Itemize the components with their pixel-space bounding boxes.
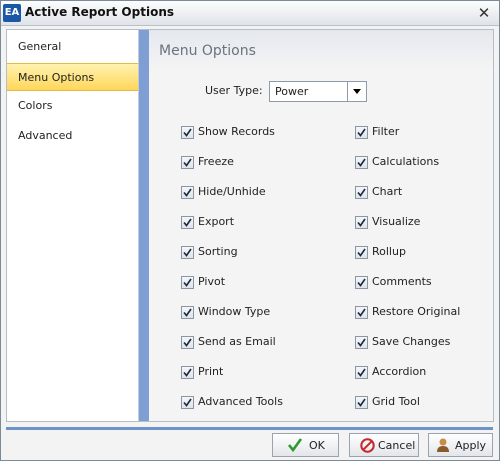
option-label: Print [198,365,224,378]
checkmark-icon [287,438,303,452]
option-label: Restore Original [372,305,461,318]
checkmark-icon [183,158,192,167]
checkbox-restore-original[interactable] [355,306,368,319]
checkbox-comments[interactable] [355,276,368,289]
option-label: Show Records [198,125,275,138]
option-label: Calculations [372,155,440,168]
option-label: Grid Tool [372,395,420,408]
checkmark-icon [183,368,192,377]
cancel-button[interactable]: Cancel [349,433,419,457]
checkbox-pivot[interactable] [181,276,194,289]
checkbox-accordion[interactable] [355,366,368,379]
option-label: Save Changes [372,335,451,348]
option-label: Filter [372,125,400,138]
user-apply-icon [437,438,449,452]
checkbox-export[interactable] [181,216,194,229]
menu-options-panel: Menu Options User Type: Power Show Recor… [149,30,493,421]
option-label: Send as Email [198,335,276,348]
checkbox-chart[interactable] [355,186,368,199]
checkbox-send-as-email[interactable] [181,336,194,349]
checkbox-calculations[interactable] [355,156,368,169]
ok-button-label: OK [309,439,325,452]
checkmark-icon [357,308,366,317]
checkbox-visualize[interactable] [355,216,368,229]
apply-button[interactable]: Apply [428,433,493,457]
checkbox-hide-unhide[interactable] [181,186,194,199]
option-label: Sorting [198,245,238,258]
sidebar-item-colors[interactable]: Colors [7,92,138,120]
option-label: Hide/Unhide [198,185,266,198]
checkbox-show-records[interactable] [181,126,194,139]
option-label: Rollup [372,245,406,258]
checkmark-icon [357,278,366,287]
separator-bar [6,427,493,430]
app-logo-icon: EA [3,4,21,22]
checkbox-rollup[interactable] [355,246,368,259]
sidebar-item-menu-options[interactable]: Menu Options [7,63,138,91]
checkmark-icon [183,398,192,407]
option-label: Advanced Tools [198,395,283,408]
option-label: Chart [372,185,403,198]
chevron-down-icon [353,89,361,94]
checkbox-print[interactable] [181,366,194,379]
checkmark-icon [183,278,192,287]
option-label: Export [198,215,235,228]
dropdown-arrow-button[interactable] [347,82,366,101]
checkbox-save-changes[interactable] [355,336,368,349]
sidebar-nav: General Menu Options Colors Advanced [7,30,139,421]
option-label: Comments [372,275,432,288]
checkmark-icon [357,218,366,227]
options-frame: General Menu Options Colors Advanced Menu O… [6,29,494,422]
checkmark-icon [183,338,192,347]
option-label: Pivot [198,275,226,288]
checkmark-icon [357,338,366,347]
checkmark-icon [183,188,192,197]
apply-button-label: Apply [455,439,487,452]
checkmark-icon [357,188,366,197]
option-label: Visualize [372,215,421,228]
sidebar-item-advanced[interactable]: Advanced [7,122,138,150]
checkbox-advanced-tools[interactable] [181,396,194,409]
checkbox-window-type[interactable] [181,306,194,319]
checkmark-icon [183,218,192,227]
section-title: Menu Options [159,43,256,59]
checkbox-filter[interactable] [355,126,368,139]
checkbox-freeze[interactable] [181,156,194,169]
user-type-label: User Type: [205,84,263,97]
option-label: Window Type [198,305,271,318]
close-button[interactable]: ✕ [475,4,493,22]
checkmark-icon [183,128,192,137]
cancel-icon [360,438,375,453]
checkmark-icon [357,248,366,257]
cancel-button-label: Cancel [378,439,416,452]
checkmark-icon [183,308,192,317]
sidebar-item-general[interactable]: General [7,33,138,61]
option-label: Accordion [372,365,427,378]
checkbox-sorting[interactable] [181,246,194,259]
checkmark-icon [357,368,366,377]
checkmark-icon [357,128,366,137]
window-title: Active Report Options [25,5,175,19]
user-type-value: Power [275,85,309,98]
user-type-dropdown[interactable]: Power [269,81,367,102]
close-icon: ✕ [477,4,491,22]
checkbox-grid-tool[interactable] [355,396,368,409]
ok-button[interactable]: OK [272,433,339,457]
option-label: Freeze [198,155,234,168]
title-bar[interactable]: EA Active Report Options ✕ [1,1,499,26]
checkmark-icon [357,398,366,407]
content-panel: Menu Options User Type: Power Show Recor… [139,30,493,421]
checkmark-icon [357,158,366,167]
checkmark-icon [183,248,192,257]
